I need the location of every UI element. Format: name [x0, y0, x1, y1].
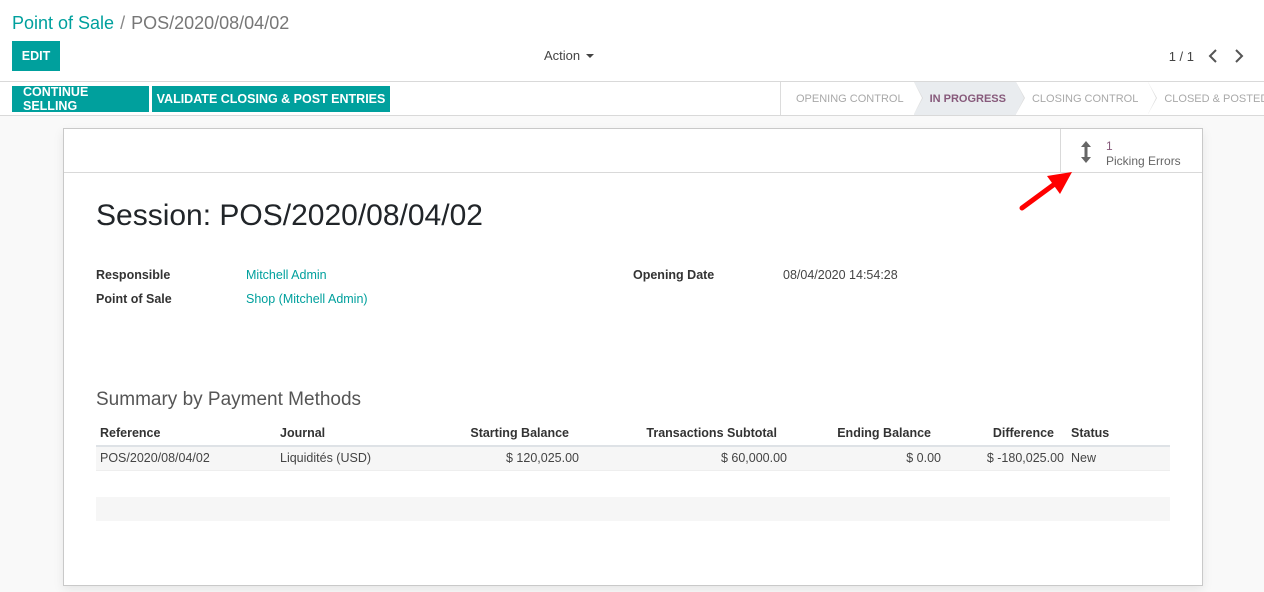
status-bar: CONTINUE SELLING VALIDATE CLOSING & POST…: [0, 82, 1264, 116]
action-dropdown[interactable]: Action: [544, 48, 595, 63]
continue-selling-button[interactable]: CONTINUE SELLING: [12, 85, 149, 113]
control-panel: Point of Sale / POS/2020/08/04/02 EDIT Act…: [0, 0, 1264, 82]
stage-in-progress[interactable]: IN PROGRESS: [913, 82, 1026, 115]
empty-table-row: [96, 497, 1170, 521]
chevron-right-icon[interactable]: [1232, 46, 1246, 66]
picking-errors-label: Picking Errors: [1106, 154, 1181, 168]
col-reference: Reference: [100, 426, 161, 440]
payment-summary-table: Reference Journal Starting Balance Trans…: [96, 421, 1170, 471]
col-difference: Difference: [992, 426, 1054, 440]
responsible-label: Responsible: [96, 268, 171, 282]
col-journal: Journal: [280, 426, 326, 440]
pager: 1 / 1: [1169, 46, 1246, 66]
chevron-left-icon[interactable]: [1206, 46, 1220, 66]
picking-errors-button[interactable]: 1 Picking Errors: [1060, 129, 1202, 173]
table-row[interactable]: POS/2020/08/04/02 Liquidités (USD) $ 120…: [96, 447, 1170, 471]
responsible-link[interactable]: Mitchell Admin: [246, 268, 327, 282]
cell-status: New: [1071, 451, 1097, 465]
cell-transactions-subtotal: $ 60,000.00: [720, 451, 787, 465]
point-of-sale-label: Point of Sale: [96, 292, 172, 306]
arrows-v-icon: [1081, 141, 1091, 163]
point-of-sale-link[interactable]: Shop (Mitchell Admin): [246, 292, 368, 306]
opening-date-value: 08/04/2020 14:54:28: [783, 268, 898, 282]
stage-closing-control[interactable]: CLOSING CONTROL: [1015, 82, 1158, 115]
caret-down-icon: [586, 54, 595, 58]
breadcrumb-current: POS/2020/08/04/02: [131, 13, 290, 33]
annotation-arrow-icon: [1019, 172, 1072, 211]
validate-closing-button[interactable]: VALIDATE CLOSING & POST ENTRIES: [152, 86, 390, 112]
breadcrumb-separator: /: [120, 13, 126, 33]
col-transactions-subtotal: Transactions Subtotal: [646, 426, 777, 440]
cell-reference: POS/2020/08/04/02: [100, 451, 210, 465]
col-ending-balance: Ending Balance: [837, 426, 931, 440]
col-starting-balance: Starting Balance: [470, 426, 569, 440]
edit-button[interactable]: EDIT: [12, 41, 60, 71]
picking-errors-count: 1: [1106, 139, 1113, 153]
opening-date-label: Opening Date: [633, 268, 715, 282]
table-header: Reference Journal Starting Balance Trans…: [96, 421, 1170, 447]
action-label: Action: [544, 48, 581, 63]
page-title: Session: POS/2020/08/04/02: [96, 199, 483, 232]
cell-difference: $ -180,025.00: [986, 451, 1064, 465]
summary-title: Summary by Payment Methods: [96, 389, 362, 410]
cell-journal: Liquidités (USD): [280, 451, 372, 465]
col-status: Status: [1071, 426, 1110, 440]
stage-opening-control[interactable]: OPENING CONTROL: [781, 82, 923, 115]
stage-closed-posted[interactable]: CLOSED & POSTED: [1148, 82, 1264, 115]
breadcrumb: Point of Sale / POS/2020/08/04/02: [12, 12, 289, 34]
stage-bar: OPENING CONTROL IN PROGRESS CLOSING CONT…: [780, 82, 1264, 115]
cell-starting-balance: $ 120,025.00: [506, 451, 579, 465]
breadcrumb-parent-link[interactable]: Point of Sale: [12, 13, 114, 33]
pager-value[interactable]: 1 / 1: [1169, 49, 1194, 64]
cell-ending-balance: $ 0.00: [906, 451, 941, 465]
